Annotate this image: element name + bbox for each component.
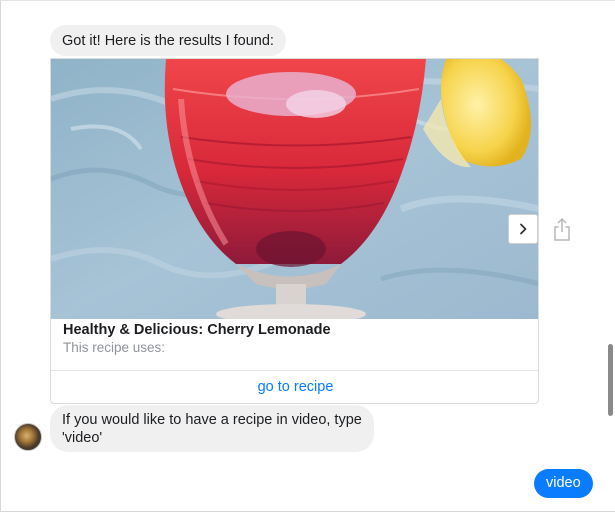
go-to-recipe-button[interactable]: go to recipe <box>51 371 538 403</box>
user-message-video: video <box>534 469 593 498</box>
share-button[interactable] <box>552 217 572 243</box>
bot-avatar <box>14 423 42 451</box>
bot-message-video-prompt: If you would like to have a recipe in vi… <box>50 405 374 452</box>
recipe-image[interactable] <box>51 59 538 319</box>
recipe-subtitle: This recipe uses: <box>63 340 166 355</box>
chevron-right-icon <box>520 223 527 235</box>
share-icon <box>554 217 570 241</box>
scrollbar-thumb[interactable] <box>608 344 613 416</box>
bot-message-intro: Got it! Here is the results I found: <box>50 25 286 56</box>
carousel-next-button[interactable] <box>508 214 538 244</box>
recipe-card[interactable]: Healthy & Delicious: Cherry Lemonade Thi… <box>50 58 539 404</box>
recipe-title: Healthy & Delicious: Cherry Lemonade <box>63 322 331 338</box>
